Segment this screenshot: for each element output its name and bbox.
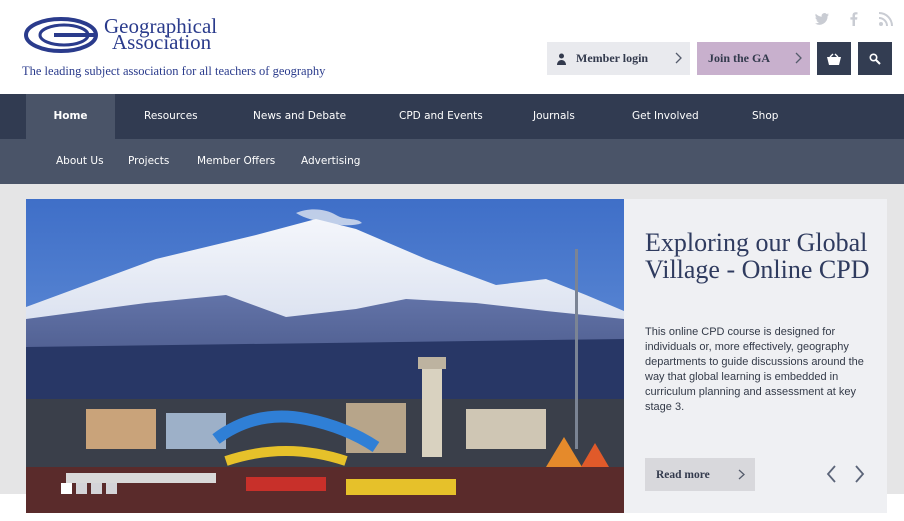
read-more-label: Read more [656, 468, 710, 481]
site-tagline: The leading subject association for all … [22, 64, 326, 78]
site-header: Geographical Association The leading sub… [0, 0, 904, 94]
subnav-about-us[interactable]: About Us [56, 139, 104, 184]
member-login-label: Member login [576, 51, 649, 65]
ga-logo-mark [24, 17, 98, 53]
nav-journals[interactable]: Journals [533, 94, 575, 139]
member-login-button[interactable]: Member login [547, 42, 690, 75]
rss-icon[interactable] [877, 10, 895, 28]
shop-basket-button[interactable] [817, 42, 851, 75]
subnav-projects[interactable]: Projects [128, 139, 169, 184]
hero-title[interactable]: Exploring our Global Village - Online CP… [645, 229, 875, 283]
nav-shop[interactable]: Shop [752, 94, 778, 139]
subnav-member-offers[interactable]: Member Offers [197, 139, 275, 184]
search-button[interactable] [858, 42, 892, 75]
facebook-icon[interactable] [845, 10, 863, 28]
slide-dot[interactable] [106, 483, 117, 494]
nav-home[interactable]: Home [26, 94, 115, 139]
subnav-advertising[interactable]: Advertising [301, 139, 360, 184]
read-more-button[interactable]: Read more [645, 458, 755, 491]
nav-resources[interactable]: Resources [144, 94, 198, 139]
hero-slide-image[interactable] [26, 199, 624, 513]
next-slide-arrow-icon[interactable] [854, 464, 866, 484]
slide-dots [61, 483, 117, 494]
hero-description: This online CPD course is designed for i… [645, 326, 864, 413]
secondary-nav: About Us Projects Member Offers Advertis… [0, 139, 904, 184]
chevron-right-icon [675, 52, 682, 64]
slide-dot[interactable] [61, 483, 72, 494]
twitter-icon[interactable] [813, 10, 831, 28]
join-label: Join the GA [708, 51, 771, 65]
search-icon [869, 52, 881, 65]
slide-dot[interactable] [76, 483, 87, 494]
mount-etna-illustration [26, 199, 624, 513]
chevron-right-icon [738, 469, 745, 480]
nav-cpd-and-events[interactable]: CPD and Events [399, 94, 483, 139]
basket-icon [827, 53, 841, 65]
user-icon [557, 53, 566, 65]
nav-get-involved[interactable]: Get Involved [632, 94, 699, 139]
join-button[interactable]: Join the GA [697, 42, 810, 75]
chevron-right-icon [795, 52, 802, 64]
slide-dot[interactable] [91, 483, 102, 494]
previous-slide-arrow-icon[interactable] [825, 464, 837, 484]
logo-text-line2: Association [112, 30, 212, 54]
hero-text-panel: Exploring our Global Village - Online CP… [624, 199, 887, 513]
primary-nav: Home Resources News and Debate CPD and E… [0, 94, 904, 139]
nav-news-and-debate[interactable]: News and Debate [253, 94, 346, 139]
ga-logo[interactable]: Geographical Association [24, 14, 244, 56]
